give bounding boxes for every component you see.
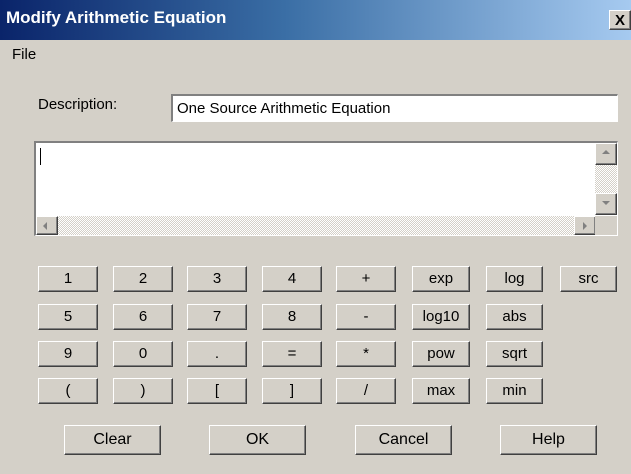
horizontal-scrollbar[interactable] [36, 216, 596, 235]
key-6[interactable]: 6 [113, 304, 173, 330]
key-multiply[interactable]: * [336, 341, 396, 367]
key-0[interactable]: 0 [113, 341, 173, 367]
key-divide[interactable]: / [336, 378, 396, 404]
cancel-button[interactable]: Cancel [355, 425, 452, 455]
key-8[interactable]: 8 [262, 304, 322, 330]
equation-textarea[interactable] [34, 141, 618, 236]
scroll-up-icon [602, 150, 610, 154]
key-4[interactable]: 4 [262, 266, 322, 292]
scroll-right-button[interactable] [574, 216, 596, 235]
key-close-paren[interactable]: ) [113, 378, 173, 404]
key-open-paren[interactable]: ( [38, 378, 98, 404]
key-sqrt[interactable]: sqrt [486, 341, 543, 367]
key-log[interactable]: log [486, 266, 543, 292]
menu-file[interactable]: File [12, 46, 36, 63]
description-input[interactable]: One Source Arithmetic Equation [171, 94, 618, 122]
key-9[interactable]: 9 [38, 341, 98, 367]
key-abs[interactable]: abs [486, 304, 543, 330]
window-title: Modify Arithmetic Equation [6, 8, 227, 27]
key-plus[interactable]: + [336, 266, 396, 292]
key-exp[interactable]: exp [412, 266, 470, 292]
key-src[interactable]: src [560, 266, 617, 292]
key-open-bracket[interactable]: [ [187, 378, 247, 404]
key-1[interactable]: 1 [38, 266, 98, 292]
key-7[interactable]: 7 [187, 304, 247, 330]
key-2[interactable]: 2 [113, 266, 173, 292]
help-button[interactable]: Help [500, 425, 597, 455]
key-minus[interactable]: - [336, 304, 396, 330]
title-bar: Modify Arithmetic Equation X [0, 0, 631, 40]
scrollbar-corner [595, 216, 617, 235]
key-dot[interactable]: . [187, 341, 247, 367]
key-5[interactable]: 5 [38, 304, 98, 330]
clear-button[interactable]: Clear [64, 425, 161, 455]
key-pow[interactable]: pow [412, 341, 470, 367]
scroll-left-button[interactable] [36, 216, 58, 235]
scroll-right-icon [583, 222, 587, 230]
key-close-bracket[interactable]: ] [262, 378, 322, 404]
vertical-scrollbar[interactable] [595, 143, 617, 215]
key-min[interactable]: min [486, 378, 543, 404]
key-max[interactable]: max [412, 378, 470, 404]
text-caret [40, 148, 41, 165]
menu-bar: File [0, 40, 631, 68]
scroll-down-button[interactable] [595, 193, 617, 215]
key-log10[interactable]: log10 [412, 304, 470, 330]
ok-button[interactable]: OK [209, 425, 306, 455]
scroll-left-icon [43, 222, 47, 230]
key-3[interactable]: 3 [187, 266, 247, 292]
description-label: Description: [38, 96, 118, 113]
scroll-down-icon [602, 201, 610, 205]
close-icon: X [614, 12, 625, 29]
key-equals[interactable]: = [262, 341, 322, 367]
close-button[interactable]: X [609, 10, 631, 30]
scroll-up-button[interactable] [595, 143, 617, 165]
